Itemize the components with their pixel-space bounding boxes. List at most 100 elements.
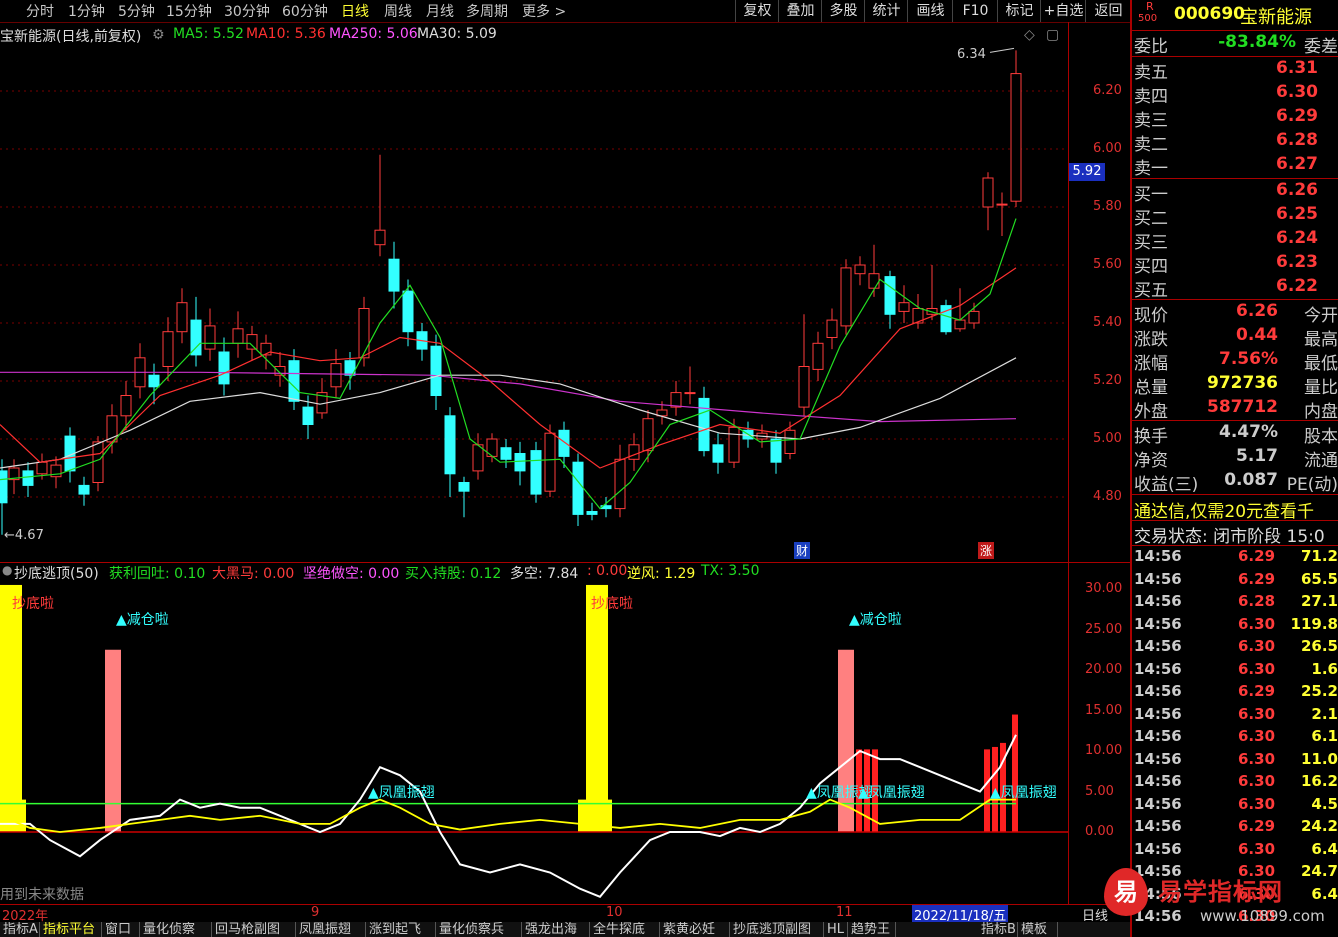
- stat-value: 0.087: [1224, 470, 1278, 490]
- candle-body: [120, 395, 132, 417]
- toolbar-button-7[interactable]: +自选: [1040, 0, 1086, 22]
- stat-row: 收益(三) 0.087 PE(动): [1134, 470, 1338, 495]
- tab-8[interactable]: 强龙出海: [522, 922, 590, 937]
- tab-11[interactable]: 抄底逃顶副图: [730, 922, 824, 937]
- candle-body: [288, 360, 300, 402]
- ma250-label: MA250: 5.06: [329, 26, 418, 42]
- settings-icon[interactable]: ⚙: [152, 27, 165, 43]
- tab-12[interactable]: HL: [824, 922, 848, 937]
- high-arrow: [989, 47, 1015, 53]
- indicator-value: : 0.00: [587, 563, 628, 579]
- tab-7[interactable]: 量化侦察兵: [436, 922, 522, 937]
- tab-1[interactable]: 指标平台: [40, 922, 102, 937]
- period-7[interactable]: 周线: [384, 1, 412, 21]
- diamond-icon[interactable]: ◇: [1024, 27, 1035, 43]
- toolbar-button-8[interactable]: 返回: [1085, 0, 1131, 22]
- tick-row: 14:56 6.30 4.5: [1134, 795, 1338, 817]
- toolbar-button-4[interactable]: 画线: [907, 0, 953, 22]
- period-8[interactable]: 月线: [426, 1, 454, 21]
- nifeng-line: [0, 798, 1016, 833]
- tab-9[interactable]: 全牛探底: [590, 922, 660, 937]
- divider: [1132, 30, 1338, 31]
- toolbar-button-2[interactable]: 多股: [821, 0, 865, 22]
- period-3[interactable]: 15分钟: [166, 1, 212, 21]
- tick-time: 14:56: [1134, 614, 1182, 633]
- fenghuang-label: ▲凤凰振翅: [858, 785, 925, 801]
- low-price-label: ←4.67: [4, 528, 44, 543]
- bid-label: 买三: [1134, 233, 1168, 253]
- limit-up-marker[interactable]: 涨: [978, 542, 995, 559]
- period-2[interactable]: 5分钟: [118, 1, 155, 21]
- tick-price: 6.30: [1238, 614, 1276, 633]
- toolbar-button-5[interactable]: F10: [952, 0, 998, 22]
- period-10[interactable]: 更多 >: [522, 1, 566, 21]
- tab-4[interactable]: 回马枪副图: [212, 922, 296, 937]
- weibi-value: -83.84%: [1218, 32, 1296, 52]
- tick-price: 6.29: [1238, 817, 1276, 835]
- period-1[interactable]: 1分钟: [68, 1, 105, 21]
- indicator-tabs: 指标A 指标平台 窗口 量化侦察 回马枪副图 凤凰振翅 涨到起飞 量化侦察兵 强龙出海 全牛探底紫…: [0, 922, 1130, 937]
- toolbar-button-0[interactable]: 复权: [735, 0, 779, 22]
- indicator-axis: 30.00 25.00 20.00 15.00 10.00 5.00 0.00: [1068, 562, 1131, 905]
- period-5[interactable]: 60分钟: [282, 1, 328, 21]
- finance-marker[interactable]: 财: [794, 542, 811, 559]
- tick-price: 6.29: [1238, 547, 1276, 565]
- bid-label: 买四: [1134, 257, 1168, 277]
- candlestick-chart[interactable]: [0, 22, 1068, 562]
- indicator-value: 多空: 7.84: [510, 566, 579, 582]
- ask-row: 卖五 6.31: [1134, 58, 1338, 83]
- r-number: 500: [1138, 13, 1158, 24]
- period-0[interactable]: 分时: [26, 1, 54, 21]
- fenghuang-label: ▲凤凰振翅: [368, 785, 435, 801]
- candle-body: [812, 342, 824, 370]
- indicator-name[interactable]: 抄底逃顶(50): [14, 563, 99, 583]
- tick-volume: 24.2: [1300, 817, 1338, 835]
- tab-6[interactable]: 涨到起飞: [366, 922, 436, 937]
- period-6[interactable]: 日线: [341, 1, 369, 21]
- divider: [1132, 520, 1338, 521]
- tab-14[interactable]: 指标B: [978, 922, 1018, 937]
- tab-15[interactable]: 模板: [1018, 922, 1058, 937]
- tick-price: 6.30: [1238, 704, 1276, 723]
- indicator-tick: 20.00: [1085, 662, 1123, 677]
- candle-body: [388, 258, 400, 292]
- toolbar-button-3[interactable]: 统计: [864, 0, 908, 22]
- tab-3[interactable]: 量化侦察: [140, 922, 212, 937]
- candle-body: [684, 392, 696, 395]
- chaodi-bar: [0, 584, 22, 832]
- toolbar-button-6[interactable]: 标记: [997, 0, 1041, 22]
- toolbar-button-1[interactable]: 叠加: [778, 0, 822, 22]
- candle-body: [204, 325, 216, 350]
- window-icon[interactable]: ▢: [1046, 27, 1059, 43]
- stat-row: 换手 4.47% 股本: [1134, 422, 1338, 447]
- ma5-label: MA5: 5.52: [173, 26, 244, 42]
- stat-label-2: 股本: [1304, 427, 1338, 447]
- candle-body: [374, 229, 386, 246]
- tab-10[interactable]: 紫黄必妊: [660, 922, 730, 937]
- tab-5[interactable]: 凤凰振翅: [296, 922, 366, 937]
- candle-body: [586, 511, 598, 515]
- candle-body: [544, 432, 556, 492]
- tick-row: 14:56 6.29 65.5: [1134, 570, 1338, 592]
- jiancang-bar: [105, 649, 121, 832]
- tick-row: 14:56 6.30 119.8: [1134, 615, 1338, 637]
- quote-panel: R 500 000690 宝新能源 委比 -83.84% 委差 卖五 6.31 卖四…: [1130, 0, 1338, 937]
- candle-body: [0, 470, 8, 504]
- tab-13[interactable]: 趋势王: [848, 922, 896, 937]
- tick-price: 6.30: [1238, 839, 1276, 858]
- period-9[interactable]: 多周期: [466, 1, 508, 21]
- candle-body: [670, 392, 682, 408]
- promo-link[interactable]: 通达信,仅需20元查看千: [1134, 497, 1338, 522]
- price-tick: 4.80: [1093, 489, 1122, 504]
- period-4[interactable]: 30分钟: [224, 1, 270, 21]
- candle-body: [798, 366, 810, 408]
- weibi-row: 委比 -83.84% 委差: [1134, 32, 1338, 57]
- tick-price: 6.30: [1238, 727, 1276, 745]
- ask-price: 6.31: [1276, 58, 1318, 78]
- tick-time: 14:56: [1134, 749, 1182, 768]
- ask-label: 卖三: [1134, 111, 1168, 131]
- divider: [1132, 178, 1338, 179]
- tab-0[interactable]: 指标A: [0, 922, 40, 937]
- tab-2[interactable]: 窗口: [102, 922, 140, 937]
- tick-price: 6.30: [1238, 794, 1276, 813]
